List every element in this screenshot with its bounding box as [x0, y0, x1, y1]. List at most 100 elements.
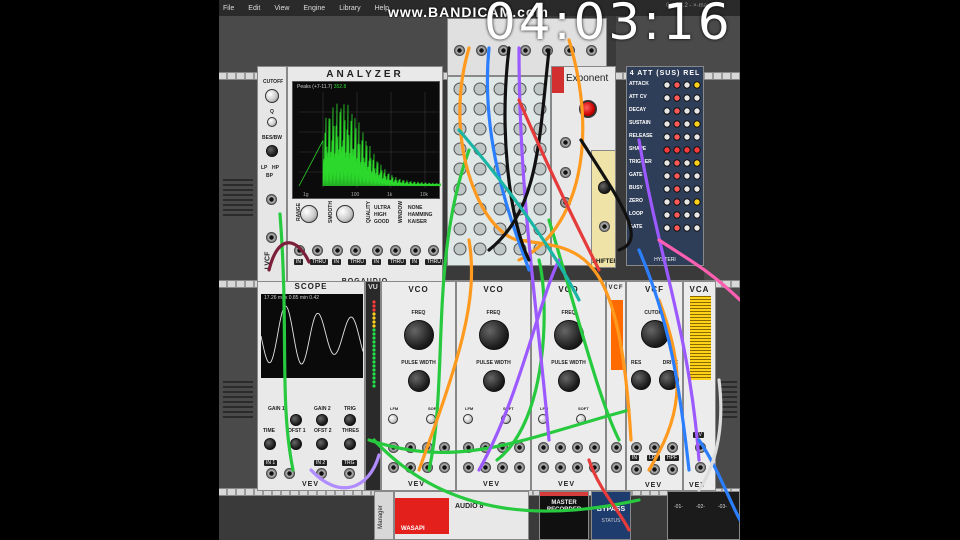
freq-knob[interactable]	[404, 320, 434, 350]
tri-out-jack[interactable]	[555, 462, 566, 473]
lfo-jack[interactable]	[611, 442, 622, 453]
pulse-width-knob[interactable]	[408, 370, 430, 392]
sin-out-jack[interactable]	[538, 462, 549, 473]
menu-edit[interactable]: Edit	[248, 5, 260, 12]
vco-module[interactable]: VCO FREQ PULSE WIDTH LFM SOFT VEV	[381, 281, 456, 491]
window-none[interactable]: NONE	[408, 205, 432, 212]
menu-library[interactable]: Library	[339, 5, 360, 12]
window-hamming[interactable]: HAMMING	[408, 212, 432, 219]
strip-jack[interactable]	[454, 45, 465, 56]
vcf-drive-cv-jack[interactable]	[667, 442, 678, 453]
analyzer-in-3-jack[interactable]	[372, 245, 383, 256]
voct-jack[interactable]	[463, 442, 474, 453]
shifter-jack[interactable]	[599, 221, 610, 232]
analyzer-in-4-jack[interactable]	[410, 245, 421, 256]
sin-out-jack[interactable]	[463, 462, 474, 473]
mode-knob[interactable]	[266, 145, 278, 157]
lfm-knob[interactable]	[538, 414, 548, 424]
sequencer-module[interactable]	[447, 76, 551, 266]
audio-8-module[interactable]: WASAPI AUDIO 8	[394, 491, 529, 540]
q-knob[interactable]	[267, 117, 277, 127]
quality-high[interactable]: HIGH	[374, 212, 391, 219]
lvcf-out-jack[interactable]	[266, 232, 277, 243]
shifter-knob[interactable]	[598, 181, 611, 194]
gain2-knob[interactable]	[316, 414, 328, 426]
menu-file[interactable]: File	[223, 5, 234, 12]
fm-jack[interactable]	[405, 442, 416, 453]
trig-knob[interactable]	[344, 414, 356, 426]
exponent-red-button[interactable]	[579, 100, 597, 118]
quality-good[interactable]: GOOD	[374, 219, 391, 226]
pulse-width-knob[interactable]	[483, 370, 505, 392]
vcf-res-cv-jack[interactable]	[649, 442, 660, 453]
cutoff-knob[interactable]	[265, 89, 279, 103]
quality-ultra[interactable]: ULTRA	[374, 205, 391, 212]
vcf-in-jack[interactable]	[631, 464, 642, 475]
lvcf-in-jack[interactable]	[266, 194, 277, 205]
freq-knob[interactable]	[554, 320, 584, 350]
saw-out-jack[interactable]	[497, 462, 508, 473]
manager-module[interactable]: Manager	[374, 491, 394, 540]
fm-jack[interactable]	[480, 442, 491, 453]
analyzer-in-1-jack[interactable]	[294, 245, 305, 256]
analyzer-module[interactable]: ANALYZER Peaks (+7-11.7) 352.8 1g 100 1k…	[287, 66, 443, 288]
analyzer-thru-1-jack[interactable]	[312, 245, 323, 256]
vu-meter-module[interactable]: VU	[365, 281, 381, 491]
saw-out-jack[interactable]	[422, 462, 433, 473]
sequencer-knob-grid[interactable]	[448, 77, 551, 266]
soft-knob[interactable]	[576, 414, 586, 424]
vcf-lpf-jack[interactable]	[649, 464, 660, 475]
range-knob[interactable]	[300, 205, 318, 223]
soft-knob[interactable]	[426, 414, 436, 424]
voct-jack[interactable]	[538, 442, 549, 453]
scope-trg-jack[interactable]	[344, 468, 355, 479]
soft-knob[interactable]	[501, 414, 511, 424]
sqr-out-jack[interactable]	[589, 462, 600, 473]
vca-module[interactable]: VCA CV VEV	[683, 281, 716, 491]
vca-cv-jack[interactable]	[695, 442, 706, 453]
sin-out-jack[interactable]	[388, 462, 399, 473]
exponent-jack[interactable]	[560, 167, 571, 178]
shifter-module[interactable]: SHIFTER	[591, 150, 616, 268]
vcf-module[interactable]: VCF CUTOFF RES DRIVE IN LPF HPF VEV	[626, 281, 683, 491]
window-options[interactable]: NONE HAMMING KAISER	[408, 205, 432, 226]
lfo-module[interactable]: VCF	[606, 281, 626, 491]
freq-knob[interactable]	[479, 320, 509, 350]
mixer-strip-module[interactable]: -01- -02- -03-	[667, 491, 740, 540]
scope-module[interactable]: SCOPE 17.26 max 0.85 min 0.42 GAIN 1 GAI…	[257, 281, 365, 491]
ofst2-knob[interactable]	[316, 438, 328, 450]
sqr-out-jack[interactable]	[439, 462, 450, 473]
voct-jack[interactable]	[388, 442, 399, 453]
exponent-jack[interactable]	[560, 137, 571, 148]
quality-options[interactable]: ULTRA HIGH GOOD	[374, 205, 391, 226]
cutoff-knob[interactable]	[641, 320, 669, 348]
fm-jack[interactable]	[555, 442, 566, 453]
vcf-hpf-jack[interactable]	[667, 464, 678, 475]
lfo-out-jack[interactable]	[611, 462, 622, 473]
res-knob[interactable]	[631, 370, 651, 390]
lfm-knob[interactable]	[388, 414, 398, 424]
master-recorder-module[interactable]: MASTER RECORDER	[539, 491, 589, 540]
saw-out-jack[interactable]	[572, 462, 583, 473]
lvcf-module[interactable]: CUTOFF Q BES/BW LP HP BP LVCF	[257, 66, 287, 288]
exponent-jack[interactable]	[560, 197, 571, 208]
scope-in2-jack[interactable]	[316, 468, 327, 479]
sync-jack[interactable]	[572, 442, 583, 453]
menu-view[interactable]: View	[274, 5, 289, 12]
sync-jack[interactable]	[497, 442, 508, 453]
pulse-width-knob[interactable]	[558, 370, 580, 392]
four-att-module[interactable]: 4 ATT (SUS) REL ATTACK ATT CV DECAY SUST…	[626, 66, 704, 266]
drive-knob[interactable]	[659, 370, 679, 390]
window-kaiser[interactable]: KAISER	[408, 219, 432, 226]
analyzer-thru-4-jack[interactable]	[428, 245, 439, 256]
tri-out-jack[interactable]	[480, 462, 491, 473]
analyzer-in-2-jack[interactable]	[332, 245, 343, 256]
bypass-module[interactable]: BYPASS STATUS	[591, 491, 631, 540]
pwm-jack[interactable]	[589, 442, 600, 453]
sync-jack[interactable]	[422, 442, 433, 453]
time-knob[interactable]	[264, 438, 276, 450]
scope-in1-jack[interactable]	[266, 468, 277, 479]
sqr-out-jack[interactable]	[514, 462, 525, 473]
four-att-controls[interactable]	[627, 67, 704, 266]
pwm-jack[interactable]	[439, 442, 450, 453]
